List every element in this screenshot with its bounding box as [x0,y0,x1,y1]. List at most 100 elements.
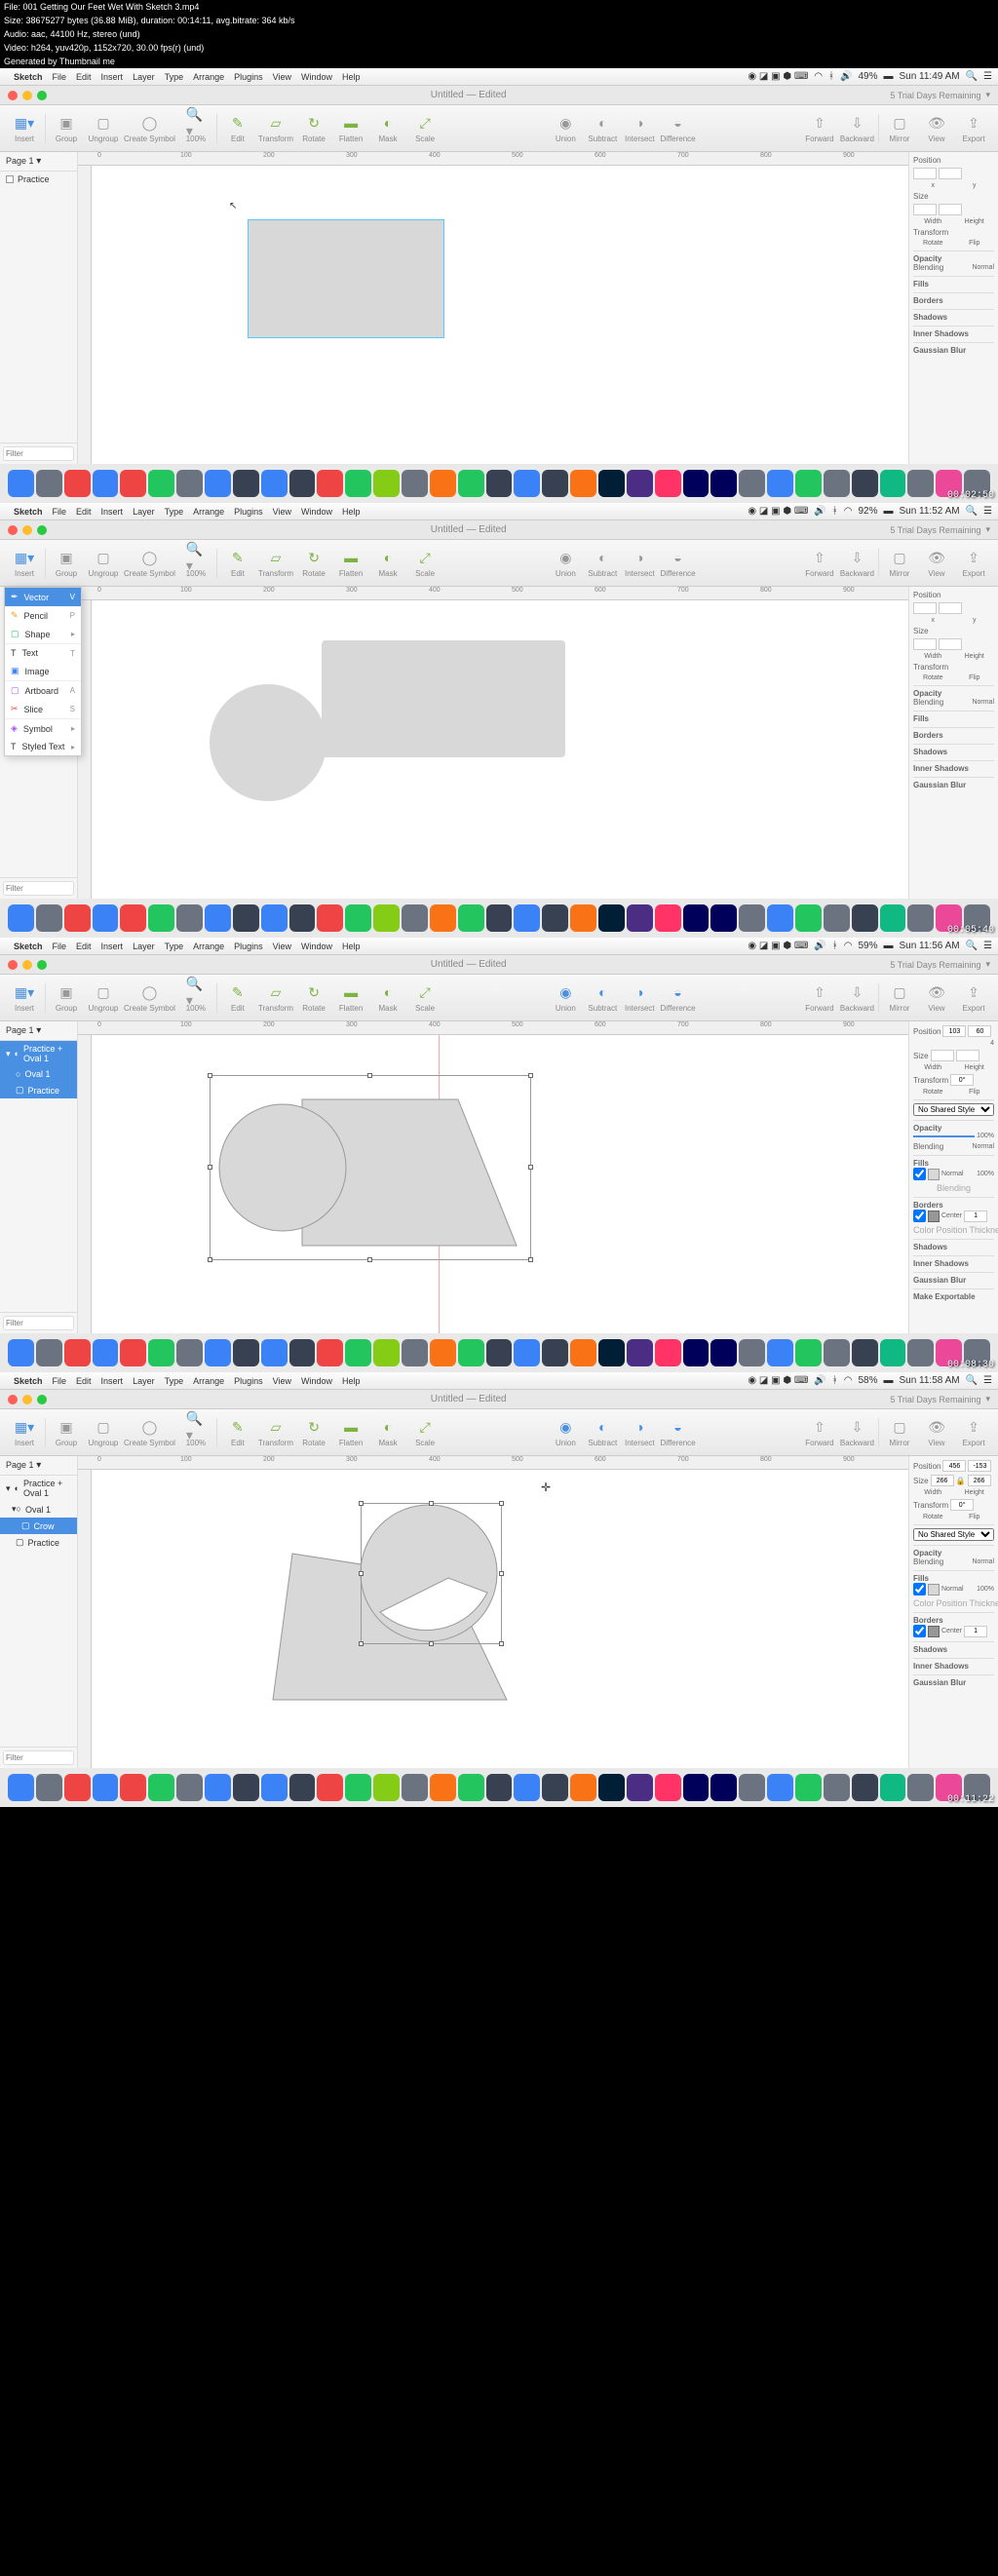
dock-ps[interactable] [598,904,625,932]
menu-file[interactable]: File [53,942,67,951]
menu-file[interactable]: File [53,1376,67,1386]
dock-ae[interactable] [710,470,737,497]
border-enable[interactable] [913,1625,926,1637]
dock-id[interactable] [655,1774,681,1801]
search-icon[interactable]: 🔍 [966,506,978,517]
menu-view[interactable]: View [273,507,291,517]
backward-tool[interactable]: ⇩Backward [840,1417,874,1447]
dock-app[interactable] [148,1774,174,1801]
clock[interactable]: Sun 11:56 AM [899,941,959,951]
wifi-icon[interactable]: ◠ [814,71,823,82]
flatten-tool[interactable]: ▬Flatten [334,1417,367,1447]
clock[interactable]: Sun 11:58 AM [899,1375,959,1386]
pos-y[interactable] [939,168,962,179]
dock-app[interactable] [542,470,568,497]
menu-file[interactable]: File [53,72,67,82]
difference-tool[interactable]: ◒Difference [660,548,695,578]
dock-app[interactable] [373,1339,400,1366]
transform-tool[interactable]: ▱Transform [258,1417,293,1447]
wifi-icon[interactable]: ◠ [844,941,853,951]
scale-tool[interactable]: ⤢Scale [408,982,441,1013]
export-tool[interactable]: ⇪Export [957,1417,990,1447]
dock-app[interactable] [205,904,231,932]
size-w[interactable] [913,204,937,215]
dock-app[interactable] [120,470,146,497]
dock-app[interactable] [93,470,119,497]
dock-app[interactable] [824,904,850,932]
dock-app[interactable] [570,904,596,932]
layer-practice[interactable]: Practice [0,172,77,187]
dock-app[interactable] [767,1339,793,1366]
pos-x[interactable] [942,1460,966,1472]
transform-tool[interactable]: ▱Transform [258,548,293,578]
dock-app[interactable] [373,470,400,497]
dock-app[interactable] [430,904,456,932]
dock-app[interactable] [795,1774,822,1801]
difference-tool[interactable]: ◒Difference [660,1417,695,1447]
dock-app[interactable] [542,904,568,932]
search-icon[interactable]: 🔍 [966,941,978,951]
dock-app[interactable] [317,1774,343,1801]
symbol-tool[interactable]: ◯Create Symbol [124,113,175,143]
union-tool[interactable]: ◉Union [549,982,582,1013]
pos-x[interactable] [913,168,937,179]
canvas[interactable]: 0100200300400500600700800900 ✛ [78,1456,908,1768]
menu-window[interactable]: Window [301,72,332,82]
close-button[interactable] [8,525,18,535]
menu-arrange[interactable]: Arrange [193,1376,224,1386]
edit-tool[interactable]: ✎Edit [221,548,254,578]
menu-insert[interactable]: Insert [101,507,124,517]
edit-tool[interactable]: ✎Edit [221,982,254,1013]
search-icon[interactable]: 🔍 [966,71,978,82]
dock-app[interactable] [570,1339,596,1366]
dock-finder[interactable] [8,1774,34,1801]
menu-layer[interactable]: Layer [133,72,155,82]
app-name[interactable]: Sketch [14,942,43,951]
forward-tool[interactable]: ⇧Forward [803,982,836,1013]
dock-app[interactable] [852,470,878,497]
dock-app[interactable] [93,1774,119,1801]
pos-y[interactable] [968,1460,991,1472]
menu-type[interactable]: Type [165,72,184,82]
dock-finder[interactable] [8,470,34,497]
rotate-tool[interactable]: ↻Rotate [297,548,330,578]
mask-tool[interactable]: ◐Mask [371,548,404,578]
transform-tool[interactable]: ▱Transform [258,982,293,1013]
backward-tool[interactable]: ⇩Backward [840,982,874,1013]
wifi-icon[interactable]: ◠ [844,506,853,517]
dock-finder[interactable] [8,904,34,932]
dock-app[interactable] [289,904,316,932]
menu-layer[interactable]: Layer [133,942,155,951]
rotate-input[interactable] [950,1499,974,1511]
app-name[interactable]: Sketch [14,1376,43,1386]
dock-app[interactable] [486,904,513,932]
scale-tool[interactable]: ⤢Scale [408,113,441,143]
dock-app[interactable] [852,1774,878,1801]
dock-app[interactable] [36,1774,62,1801]
insert-tool[interactable]: ▦▾Insert [8,982,41,1013]
dock-pr[interactable] [683,1339,710,1366]
dock-app[interactable] [627,470,653,497]
ungroup-tool[interactable]: ▢Ungroup [87,982,120,1013]
layer-oval[interactable]: ▾○Oval 1 [0,1501,77,1518]
symbol-tool[interactable]: ◯Create Symbol [124,982,175,1013]
pos-x[interactable] [942,1025,966,1037]
dock-app[interactable] [233,1774,259,1801]
selection-box[interactable] [361,1503,502,1644]
dock[interactable] [0,464,998,503]
menu-type[interactable]: Type [165,942,184,951]
export-tool[interactable]: ⇪Export [957,982,990,1013]
flatten-tool[interactable]: ▬Flatten [334,548,367,578]
menu-icon[interactable]: ☰ [983,1375,992,1386]
dock-app[interactable] [93,1339,119,1366]
insert-symbol[interactable]: ◈Symbol▸ [5,719,81,738]
dock-pr[interactable] [683,470,710,497]
dock-ps[interactable] [598,1774,625,1801]
insert-text[interactable]: TTextT [5,644,81,662]
maximize-button[interactable] [37,1395,47,1404]
dock-app[interactable] [176,904,203,932]
zoom-tool[interactable]: 🔍▾100% [179,982,212,1013]
dock-app[interactable] [907,1774,934,1801]
menu-icon[interactable]: ☰ [983,506,992,517]
dock-app[interactable] [907,470,934,497]
